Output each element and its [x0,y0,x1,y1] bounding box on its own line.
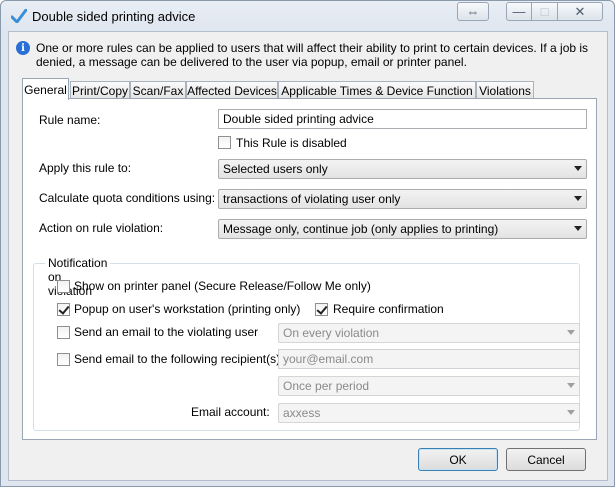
chevron-down-icon [574,226,582,231]
rule-disabled-label: This Rule is disabled [236,136,347,150]
tab-affected-devices[interactable]: Affected Devices [186,81,278,99]
title-bar[interactable]: Double sided printing advice ⇔ — □ ✕ [1,1,614,31]
show-printer-panel-label: Show on printer panel (Secure Release/Fo… [74,279,371,293]
window-title: Double sided printing advice [32,9,196,24]
recipients-frequency-value: Once per period [283,379,370,393]
tab-violations[interactable]: Violations [476,81,534,99]
require-confirmation-label: Require confirmation [333,302,444,316]
rule-name-input[interactable]: Double sided printing advice [218,109,587,129]
apply-rule-select[interactable]: Selected users only [218,159,587,179]
ok-button[interactable]: OK [418,448,498,471]
tab-applicable-times[interactable]: Applicable Times & Device Function [278,81,476,99]
email-account-select[interactable]: axxess [278,403,580,423]
tab-scan-fax[interactable]: Scan/Fax [130,81,186,99]
quota-conditions-select[interactable]: transactions of violating user only [218,189,587,209]
action-violation-value: Message only, continue job (only applies… [223,222,499,236]
info-message: One or more rules can be applied to user… [36,41,589,69]
recipients-frequency-select[interactable]: Once per period [278,376,580,396]
email-recipients-checkbox[interactable] [57,353,70,366]
email-account-label: Email account: [191,405,270,419]
close-button[interactable]: ✕ [557,2,603,21]
minimize-button[interactable]: — [506,2,532,21]
apply-rule-label: Apply this rule to: [39,161,132,175]
email-user-frequency-value: On every violation [283,326,380,340]
apply-rule-value: Selected users only [223,162,328,176]
chevron-down-icon [567,330,575,335]
rule-disabled-checkbox[interactable] [218,136,231,149]
tab-print-copy[interactable]: Print/Copy [70,81,130,99]
dialog-window: Double sided printing advice ⇔ — □ ✕ i O… [0,0,615,487]
info-icon: i [16,41,30,55]
chevron-down-icon [567,410,575,415]
quota-conditions-value: transactions of violating user only [223,192,401,206]
move-button[interactable]: ⇔ [457,2,489,21]
recipients-email-input[interactable]: your@email.com [278,349,580,369]
quota-conditions-label: Calculate quota conditions using: [39,191,216,205]
action-violation-label: Action on rule violation: [39,221,164,235]
checkmark-icon [11,9,27,23]
popup-workstation-label: Popup on user's workstation (printing on… [74,302,301,316]
popup-workstation-checkbox[interactable] [57,303,70,316]
cancel-button[interactable]: Cancel [506,448,586,471]
chevron-down-icon [574,196,582,201]
maximize-button[interactable]: □ [531,2,558,21]
rule-name-label: Rule name: [39,113,101,127]
require-confirmation-checkbox[interactable] [315,303,328,316]
email-account-value: axxess [283,406,321,420]
email-recipients-label: Send email to the following recipient(s)… [74,352,284,366]
tab-general[interactable]: General [22,78,69,100]
email-violating-user-checkbox[interactable] [57,326,70,339]
dialog-body: i One or more rules can be applied to us… [8,31,608,481]
email-violating-user-label: Send an email to the violating user [74,325,259,339]
show-printer-panel-checkbox[interactable] [57,280,70,293]
email-user-frequency-select[interactable]: On every violation [278,323,580,343]
chevron-down-icon [567,383,575,388]
action-violation-select[interactable]: Message only, continue job (only applies… [218,219,587,239]
chevron-down-icon [574,166,582,171]
